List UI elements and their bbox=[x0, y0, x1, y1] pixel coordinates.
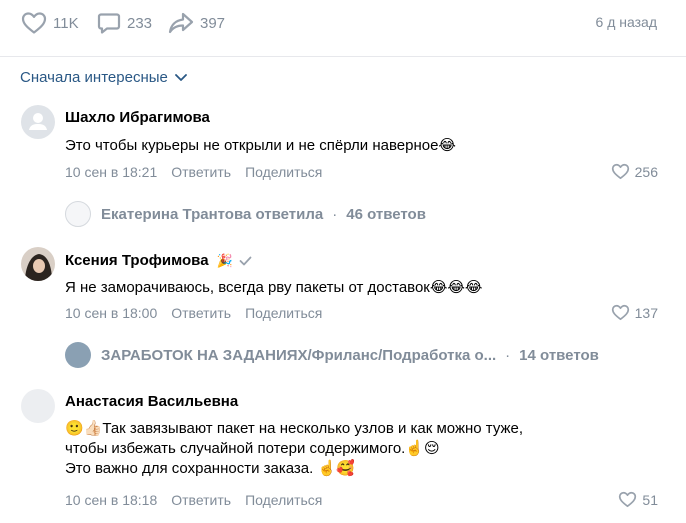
comment-icon bbox=[97, 13, 121, 34]
reply-author: Екатерина Трантова ответила bbox=[101, 205, 324, 223]
comment-date[interactable]: 10 сен в 18:18 bbox=[65, 492, 157, 508]
comment-date[interactable]: 10 сен в 18:21 bbox=[65, 164, 157, 180]
comment-text: 🙂👍🏻Так завязывают пакет на несколько узл… bbox=[65, 419, 665, 479]
reply-button[interactable]: Ответить bbox=[171, 164, 231, 180]
replies-count: 46 ответов bbox=[346, 205, 426, 223]
replies-thread-link[interactable]: Екатерина Трантова ответила · 46 ответов bbox=[65, 201, 665, 227]
comment-text-line: 🙂👍🏻Так завязывают пакет на несколько узл… bbox=[65, 420, 524, 437]
comment-author[interactable]: Анастасия Васильевна bbox=[65, 393, 238, 410]
default-avatar-icon bbox=[29, 113, 47, 130]
divider bbox=[0, 56, 686, 57]
post-likes-count: 11K bbox=[53, 14, 79, 32]
comment-like-button[interactable]: 137 bbox=[611, 304, 658, 321]
heart-icon bbox=[611, 304, 629, 321]
comment-meta: 10 сен в 18:18 Ответить Поделиться bbox=[65, 492, 322, 508]
comment-author[interactable]: Ксения Трофимова 🎉 bbox=[65, 252, 252, 269]
post-like-button[interactable]: 11K bbox=[21, 11, 79, 35]
avatar[interactable] bbox=[21, 247, 55, 281]
share-button[interactable]: Поделиться bbox=[245, 305, 322, 321]
post-shares-count: 397 bbox=[200, 14, 226, 32]
comment-likes-count: 137 bbox=[634, 304, 658, 321]
heart-icon bbox=[21, 12, 47, 34]
author-name-link[interactable]: Анастасия Васильевна bbox=[65, 393, 238, 410]
author-name-link[interactable]: Ксения Трофимова bbox=[65, 252, 209, 269]
replies-count: 14 ответов bbox=[519, 346, 599, 364]
author-name-link[interactable]: Шахло Ибрагимова bbox=[65, 109, 210, 126]
avatar[interactable] bbox=[21, 389, 55, 423]
comment-author[interactable]: Шахло Ибрагимова bbox=[65, 109, 210, 126]
post-time: 6 д назад bbox=[595, 14, 657, 30]
user-photo-icon bbox=[21, 247, 55, 281]
post-stats-bar: 11K 233 397 6 д назад bbox=[0, 0, 686, 46]
chevron-down-icon bbox=[174, 73, 187, 81]
post-comment-button[interactable]: 233 bbox=[97, 11, 152, 35]
heart-icon bbox=[619, 491, 637, 508]
comment-meta: 10 сен в 18:21 Ответить Поделиться bbox=[65, 164, 322, 180]
post-share-button[interactable]: 397 bbox=[168, 11, 225, 35]
avatar[interactable] bbox=[21, 105, 55, 139]
comment-text: Это чтобы курьеры не открыли и не спёрли… bbox=[65, 137, 456, 154]
comment-meta: 10 сен в 18:00 Ответить Поделиться bbox=[65, 305, 322, 321]
reply-button[interactable]: Ответить bbox=[171, 492, 231, 508]
separator-dot: · bbox=[332, 205, 338, 223]
share-button[interactable]: Поделиться bbox=[245, 164, 322, 180]
status-emoji-badge: 🎉 bbox=[216, 252, 233, 268]
replies-thread-link[interactable]: ЗАРАБОТОК НА ЗАДАНИЯХ/Фриланс/Подработка… bbox=[65, 342, 665, 368]
sort-label: Сначала интересные bbox=[20, 69, 168, 86]
separator-dot: · bbox=[505, 346, 511, 364]
reply-button[interactable]: Ответить bbox=[171, 305, 231, 321]
verified-check-icon bbox=[239, 256, 252, 265]
comment-text-line: Это важно для сохранности заказа. ☝️🥰 bbox=[65, 460, 355, 477]
comment-like-button[interactable]: 51 bbox=[618, 491, 658, 508]
comments-sort-dropdown[interactable]: Сначала интересные bbox=[20, 69, 187, 86]
comment-text-line: чтобы избежать случайной потери содержим… bbox=[65, 440, 440, 457]
share-button[interactable]: Поделиться bbox=[245, 492, 322, 508]
post-comments-count: 233 bbox=[127, 14, 153, 32]
reply-avatar bbox=[65, 201, 91, 227]
comment-date[interactable]: 10 сен в 18:00 bbox=[65, 305, 157, 321]
reply-avatar bbox=[65, 342, 91, 368]
comment-likes-count: 256 bbox=[634, 163, 658, 180]
comment-text: Я не заморачиваюсь, всегда рву пакеты от… bbox=[65, 279, 483, 296]
heart-icon bbox=[611, 163, 629, 180]
reply-author: ЗАРАБОТОК НА ЗАДАНИЯХ/Фриланс/Подработка… bbox=[101, 346, 497, 364]
share-icon bbox=[168, 12, 194, 34]
comment-likes-count: 51 bbox=[642, 491, 658, 508]
comment-like-button[interactable]: 256 bbox=[611, 163, 658, 180]
